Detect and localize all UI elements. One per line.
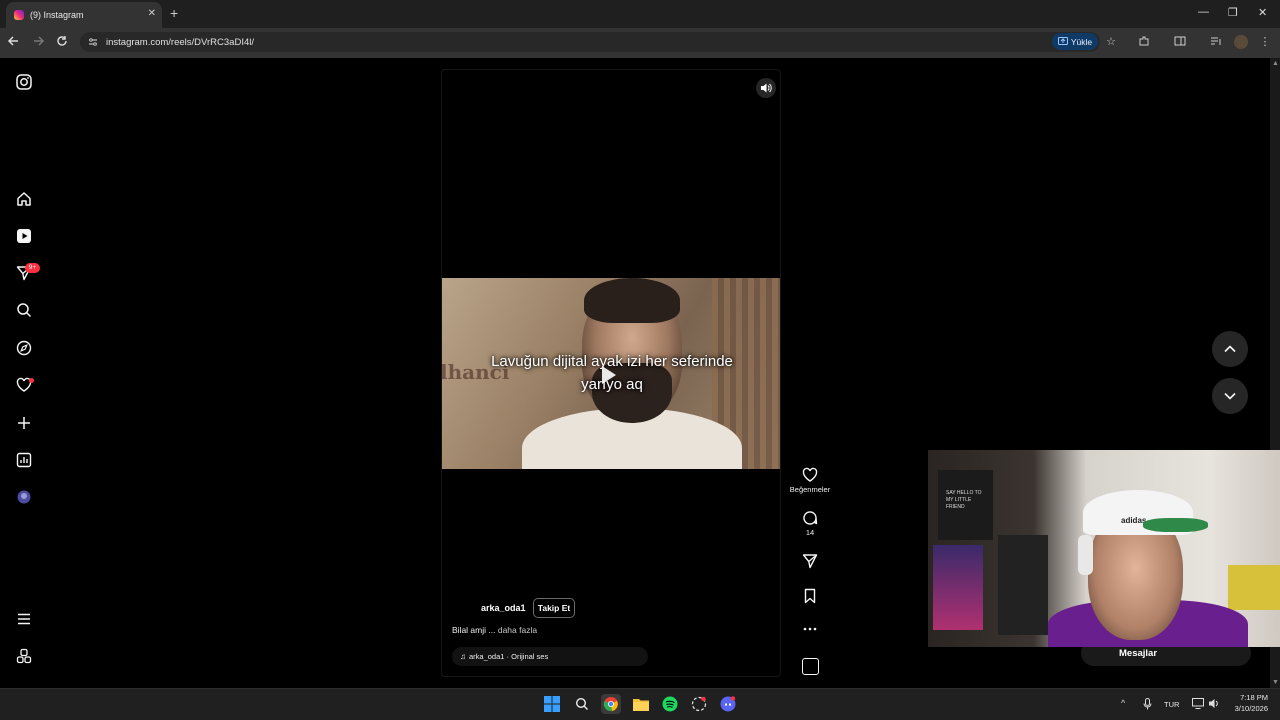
more-options-button[interactable] bbox=[790, 624, 830, 634]
forward-arrow-icon[interactable] bbox=[31, 34, 47, 50]
also-from-meta-icon[interactable] bbox=[14, 646, 34, 666]
previous-reel-button[interactable] bbox=[1212, 331, 1248, 367]
scroll-up-arrow-icon[interactable]: ▲ bbox=[1272, 60, 1279, 67]
close-window-button[interactable]: ✕ bbox=[1258, 6, 1267, 19]
explore-icon[interactable] bbox=[14, 338, 34, 358]
clock-date: 3/10/2026 bbox=[1234, 704, 1268, 713]
mute-toggle-button[interactable] bbox=[756, 78, 776, 98]
like-button[interactable]: Beğenmeler bbox=[790, 467, 830, 494]
microphone-icon[interactable] bbox=[1143, 698, 1152, 710]
webcam-poster: SAY HELLO TO MY LITTLE FRIEND bbox=[938, 470, 993, 540]
comment-icon bbox=[803, 511, 818, 525]
chevron-up-icon bbox=[1224, 345, 1236, 353]
webcam-overlay: SAY HELLO TO MY LITTLE FRIEND adidas bbox=[928, 450, 1280, 647]
tab-close-icon[interactable]: ✕ bbox=[148, 8, 156, 19]
video-person-hair bbox=[584, 278, 680, 323]
display-icon[interactable] bbox=[1192, 698, 1204, 709]
spotify-icon[interactable] bbox=[660, 694, 680, 714]
author-avatar[interactable] bbox=[454, 599, 476, 621]
webcam-poster-2 bbox=[933, 545, 983, 630]
instagram-logo-icon[interactable] bbox=[14, 72, 34, 92]
share-icon bbox=[802, 554, 818, 569]
notification-dot bbox=[29, 378, 34, 383]
video-frame[interactable]: lhanci Lavuğun dijital ayak izi her sefe… bbox=[442, 278, 780, 469]
reload-icon[interactable] bbox=[55, 34, 71, 50]
music-note-icon: ♫ bbox=[460, 652, 466, 661]
messages-badge: 9+ bbox=[25, 263, 40, 273]
comment-count: 14 bbox=[805, 528, 815, 537]
search-icon[interactable] bbox=[14, 300, 34, 320]
more-dots-icon bbox=[803, 627, 817, 631]
clock[interactable]: 7:18 PM 3/10/2026 bbox=[1226, 692, 1268, 714]
side-panel-icon[interactable] bbox=[1174, 35, 1188, 49]
reel-player[interactable]: lhanci Lavuğun dijital ayak izi her sefe… bbox=[441, 69, 781, 677]
webcam-shelf bbox=[1228, 565, 1280, 610]
webcam-headset bbox=[1078, 535, 1093, 575]
windows-start-icon[interactable] bbox=[542, 694, 562, 714]
extensions-icon[interactable] bbox=[1138, 35, 1152, 49]
save-button[interactable] bbox=[790, 588, 830, 604]
minimize-button[interactable]: — bbox=[1198, 6, 1209, 18]
new-tab-button[interactable]: + bbox=[170, 5, 178, 21]
scroll-down-arrow-icon[interactable]: ▼ bbox=[1272, 679, 1279, 686]
chrome-app-icon[interactable] bbox=[601, 694, 621, 714]
author-username[interactable]: arka_oda1 bbox=[481, 603, 526, 613]
audio-label: arka_oda1 · Orijinal ses bbox=[469, 652, 549, 661]
tray-show-hidden-icon[interactable]: ^ bbox=[1121, 698, 1125, 708]
audio-link[interactable]: ♫ arka_oda1 · Orijinal ses bbox=[452, 647, 648, 666]
comment-button[interactable]: 14 bbox=[790, 510, 830, 537]
bookmark-star-icon[interactable]: ☆ bbox=[1104, 35, 1118, 49]
caption-more-link[interactable]: daha fazla bbox=[498, 625, 537, 635]
profile-avatar-icon[interactable] bbox=[1234, 35, 1248, 49]
next-reel-button[interactable] bbox=[1212, 378, 1248, 414]
webcam-cap-brim bbox=[1143, 518, 1208, 532]
restore-button[interactable]: ❐ bbox=[1228, 6, 1238, 19]
upload-label: Yükle bbox=[1070, 36, 1093, 47]
messages-pill-label: Mesajlar bbox=[1119, 647, 1158, 659]
instagram-favicon-icon bbox=[14, 10, 24, 20]
webcam-poster-text: SAY HELLO TO MY LITTLE FRIEND bbox=[946, 490, 982, 510]
chevron-down-icon bbox=[1224, 392, 1236, 400]
file-explorer-icon[interactable] bbox=[631, 694, 651, 714]
profile-avatar[interactable] bbox=[14, 487, 34, 507]
app-launcher-icon[interactable] bbox=[689, 694, 709, 714]
site-info-icon[interactable] bbox=[88, 37, 98, 47]
address-bar[interactable]: instagram.com/reels/DVrRC3aDI4l/ bbox=[80, 32, 1100, 52]
share-button[interactable] bbox=[790, 553, 830, 569]
discord-icon[interactable] bbox=[718, 694, 738, 714]
reels-icon[interactable] bbox=[14, 226, 34, 246]
webcam-poster-3 bbox=[998, 535, 1048, 635]
speaker-icon[interactable] bbox=[1208, 698, 1220, 709]
upload-icon bbox=[1057, 37, 1068, 45]
clock-time: 7:18 PM bbox=[1240, 693, 1268, 702]
play-icon[interactable] bbox=[602, 366, 616, 384]
home-icon[interactable] bbox=[14, 189, 34, 209]
like-label: Beğenmeler bbox=[789, 485, 831, 494]
keyboard-language[interactable]: TUR bbox=[1164, 700, 1179, 709]
caption-text: Bilal amji ... bbox=[452, 625, 496, 635]
upload-button[interactable]: Yükle bbox=[1052, 33, 1098, 50]
media-control-icon[interactable] bbox=[1210, 35, 1224, 49]
reel-caption: Bilal amji ... daha fazla bbox=[452, 625, 537, 635]
browser-tab-bar bbox=[0, 0, 1280, 28]
create-icon[interactable] bbox=[14, 413, 34, 433]
more-menu-icon[interactable]: ⋮ bbox=[1258, 35, 1272, 49]
volume-icon bbox=[761, 83, 772, 93]
tab-title: (9) Instagram bbox=[30, 10, 84, 20]
back-arrow-icon[interactable] bbox=[7, 34, 23, 50]
browser-tab-instagram[interactable]: (9) Instagram ✕ bbox=[6, 2, 162, 28]
dashboard-icon[interactable] bbox=[14, 450, 34, 470]
heart-icon bbox=[802, 467, 818, 482]
follow-button[interactable]: Takip Et bbox=[533, 598, 575, 618]
audio-cover-thumbnail[interactable] bbox=[802, 658, 819, 675]
taskbar-search-icon[interactable] bbox=[572, 694, 592, 714]
bookmark-icon bbox=[804, 588, 816, 604]
url-text: instagram.com/reels/DVrRC3aDI4l/ bbox=[106, 36, 254, 48]
menu-icon[interactable] bbox=[14, 609, 34, 629]
